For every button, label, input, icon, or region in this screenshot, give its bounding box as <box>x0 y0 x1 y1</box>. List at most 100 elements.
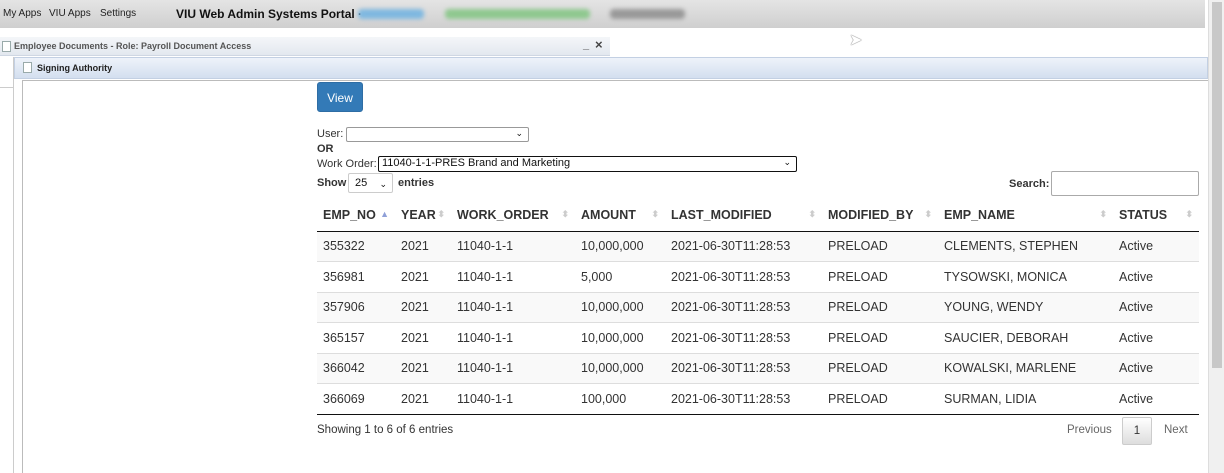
column-header-modified-by[interactable]: MODIFIED_BY ⬍ <box>822 200 938 232</box>
previous-button[interactable]: Previous <box>1067 424 1112 436</box>
cell-last-modified: 2021-06-30T11:28:53 <box>665 261 822 292</box>
sort-icon: ⬍ <box>1185 209 1193 219</box>
cell-work-order: 11040-1-1 <box>451 291 575 323</box>
cell-amount: 10,000,000 <box>575 322 665 353</box>
column-header-emp-name[interactable]: EMP_NAME ⬍ <box>938 200 1113 232</box>
view-button[interactable]: View <box>317 82 363 112</box>
cell-status: Active <box>1113 352 1199 384</box>
cell-emp-name: SURMAN, LIDIA <box>938 383 1113 415</box>
cell-status: Active <box>1113 383 1199 415</box>
scrollbar[interactable] <box>1208 0 1224 473</box>
cell-status: Active <box>1113 261 1199 292</box>
cell-status: Active <box>1113 291 1199 323</box>
cell-emp-name: KOWALSKI, MARLENE <box>938 352 1113 384</box>
cell-work-order: 11040-1-1 <box>451 261 575 292</box>
chevron-down-icon: ⌄ <box>515 128 523 138</box>
table-row[interactable]: 356981 2021 11040-1-1 5,000 2021-06-30T11:28… <box>317 261 1199 292</box>
cell-last-modified: 2021-06-30T11:28:53 <box>665 291 822 323</box>
column-header-last-modified[interactable]: LAST_MODIFIED ⬍ <box>665 200 822 232</box>
cell-emp-no: 356981 <box>317 261 395 292</box>
cell-modified-by: PRELOAD <box>822 291 938 323</box>
or-label: OR <box>317 143 334 155</box>
chevron-down-icon: ⌄ <box>379 179 387 189</box>
entries-value: 25 <box>355 177 368 189</box>
cell-emp-no: 357906 <box>317 291 395 323</box>
cell-year: 2021 <box>395 291 451 323</box>
table-info: Showing 1 to 6 of 6 entries <box>317 424 454 436</box>
table-row[interactable]: 357906 2021 11040-1-1 10,000,000 2021-06-30T… <box>317 291 1199 323</box>
cell-work-order: 11040-1-1 <box>451 352 575 384</box>
cell-modified-by: PRELOAD <box>822 383 938 415</box>
table-row[interactable]: 366042 2021 11040-1-1 10,000,000 2021-06-30T… <box>317 352 1199 384</box>
cell-last-modified: 2021-06-30T11:28:53 <box>665 383 822 415</box>
table-header-row: EMP_NO ▲ YEAR ⬍ WORK_ORDER ⬍ AMOUNT ⬍ LAST_M… <box>317 200 1199 232</box>
portal-title: VIU Web Admin Systems Portal · <box>176 7 363 21</box>
cell-amount: 5,000 <box>575 261 665 292</box>
user-select[interactable]: ⌄ <box>346 127 529 142</box>
cell-work-order: 11040-1-1 <box>451 322 575 353</box>
cell-emp-no: 366042 <box>317 352 395 384</box>
column-header-amount[interactable]: AMOUNT ⬍ <box>575 200 665 232</box>
minimize-button[interactable]: _ <box>583 39 589 51</box>
redacted-info <box>610 9 685 19</box>
column-header-work-order[interactable]: WORK_ORDER ⬍ <box>451 200 575 232</box>
cell-amount: 10,000,000 <box>575 352 665 384</box>
window-title-bar: Employee Documents - Role: Payroll Docum… <box>0 37 610 56</box>
cell-year: 2021 <box>395 383 451 415</box>
column-header-status[interactable]: STATUS ⬍ <box>1113 200 1199 232</box>
cell-amount: 100,000 <box>575 383 665 415</box>
column-header-year[interactable]: YEAR ⬍ <box>395 200 451 232</box>
cell-year: 2021 <box>395 352 451 384</box>
menu-settings[interactable]: Settings <box>100 8 136 19</box>
cell-amount: 10,000,000 <box>575 230 665 262</box>
redacted-info <box>358 9 424 19</box>
scrollbar-thumb[interactable] <box>1212 2 1222 368</box>
redacted-info <box>445 9 590 19</box>
sort-icon: ⬍ <box>437 209 445 219</box>
window-title: Employee Documents - Role: Payroll Docum… <box>14 41 252 51</box>
sort-icon: ⬍ <box>808 209 816 219</box>
cell-modified-by: PRELOAD <box>822 261 938 292</box>
cell-status: Active <box>1113 322 1199 353</box>
cell-modified-by: PRELOAD <box>822 322 938 353</box>
menu-my-apps[interactable]: My Apps <box>3 8 41 19</box>
table-row[interactable]: 365157 2021 11040-1-1 10,000,000 2021-06-30T… <box>317 322 1199 353</box>
work-order-select[interactable]: 11040-1-1-PRES Brand and Marketing ⌄ <box>378 156 797 172</box>
cell-work-order: 11040-1-1 <box>451 383 575 415</box>
table-row[interactable]: 355322 2021 11040-1-1 10,000,000 2021-06-30T… <box>317 230 1199 262</box>
sort-icon: ⬍ <box>561 209 569 219</box>
table-row[interactable]: 366069 2021 11040-1-1 100,000 2021-06-30T11:… <box>317 383 1199 415</box>
close-button[interactable]: × <box>595 37 603 52</box>
cell-emp-no: 366069 <box>317 383 395 415</box>
cell-emp-name: CLEMENTS, STEPHEN <box>938 230 1113 262</box>
cell-emp-no: 355322 <box>317 230 395 262</box>
cell-year: 2021 <box>395 261 451 292</box>
column-header-emp-no[interactable]: EMP_NO ▲ <box>317 200 395 232</box>
user-label: User: <box>317 128 344 140</box>
cell-last-modified: 2021-06-30T11:28:53 <box>665 322 822 353</box>
sort-asc-icon: ▲ <box>380 209 389 219</box>
cell-emp-name: YOUNG, WENDY <box>938 291 1113 323</box>
document-icon <box>2 41 11 52</box>
search-input[interactable] <box>1051 171 1199 196</box>
cell-work-order: 11040-1-1 <box>451 230 575 262</box>
cell-emp-no: 365157 <box>317 322 395 353</box>
search-label: Search: <box>1009 178 1050 190</box>
panel-title: Signing Authority <box>37 63 113 73</box>
top-bar: My Apps VIU Apps Settings VIU Web Admin … <box>0 0 1205 28</box>
menu-viu-apps[interactable]: VIU Apps <box>49 8 91 19</box>
document-icon <box>23 62 32 73</box>
show-label: Show <box>317 177 347 189</box>
cell-modified-by: PRELOAD <box>822 230 938 262</box>
employee-table: EMP_NO ▲ YEAR ⬍ WORK_ORDER ⬍ AMOUNT ⬍ LAST_M… <box>317 200 1199 415</box>
next-button[interactable]: Next <box>1164 424 1188 436</box>
cell-year: 2021 <box>395 230 451 262</box>
left-pane <box>0 57 14 473</box>
entries-select[interactable]: 25 ⌄ <box>348 173 393 193</box>
sort-icon: ⬍ <box>651 209 659 219</box>
cell-modified-by: PRELOAD <box>822 352 938 384</box>
page-1-button[interactable]: 1 <box>1122 417 1152 445</box>
cell-year: 2021 <box>395 322 451 353</box>
sort-icon: ⬍ <box>924 209 932 219</box>
work-order-label: Work Order: <box>317 158 377 170</box>
